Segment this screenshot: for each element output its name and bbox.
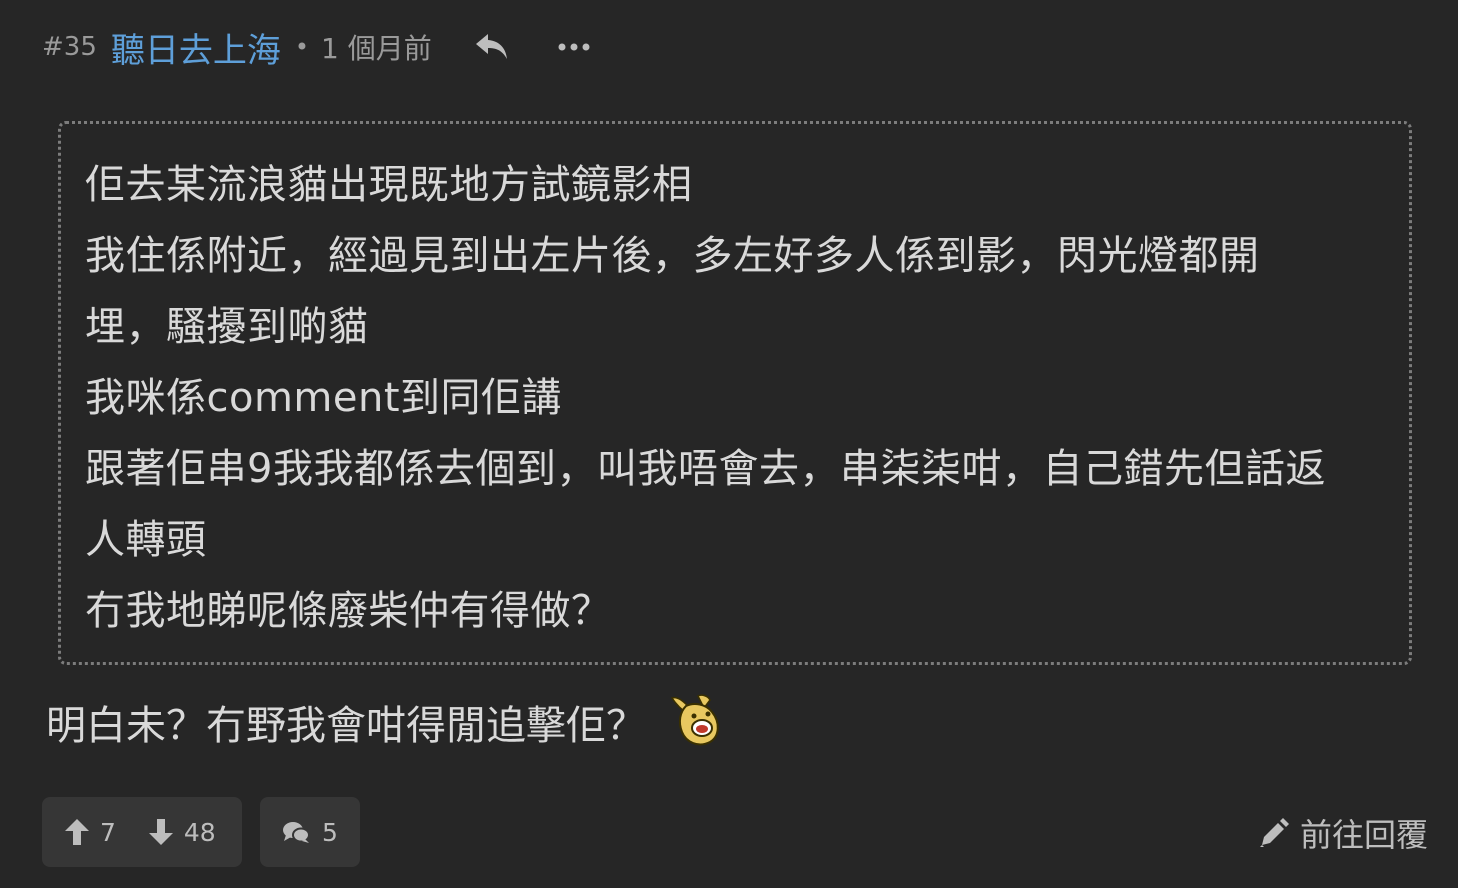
reply-arrow-icon[interactable] <box>472 27 512 67</box>
vote-panel: 7 48 <box>42 797 242 867</box>
quote-line: 佢去某流浪貓出現既地方試鏡影相 <box>85 162 693 208</box>
downvote-button[interactable]: 48 <box>148 818 216 847</box>
goto-reply-label: 前往回覆 <box>1299 816 1428 854</box>
downvote-count: 48 <box>183 817 216 847</box>
comments-button[interactable]: 5 <box>260 797 360 867</box>
quote-line: 冇我地睇呢條廢柴仲有得做？ <box>85 588 612 634</box>
quote-line: 跟著佢串9我我都係去個到，叫我唔會去，串柒柒咁，自己錯先但話返 <box>85 446 1326 492</box>
quote-line: 人轉頭 <box>85 517 207 563</box>
post-body-text: 明白未？冇野我會咁得閒追擊佢？ <box>46 703 646 749</box>
quoted-post: 佢去某流浪貓出現既地方試鏡影相 我住係附近，經過見到出左片後，多左好多人係到影，… <box>58 121 1412 665</box>
post-card: #35 聽日去上海 • 1 個月前 佢去某流浪貓出現既地方試鏡影相 我住係附近，… <box>0 0 1458 888</box>
floor-number: #35 <box>42 32 97 62</box>
separator-dot: • <box>294 33 310 61</box>
post-header: #35 聽日去上海 • 1 個月前 <box>42 22 594 72</box>
more-dots-icon[interactable] <box>554 27 594 67</box>
quote-text: 佢去某流浪貓出現既地方試鏡影相 我住係附近，經過見到出左片後，多左好多人係到影，… <box>85 150 1395 647</box>
chat-bubbles-icon <box>283 822 311 843</box>
username-link[interactable]: 聽日去上海 <box>111 23 281 72</box>
comment-count: 5 <box>322 817 338 847</box>
goto-reply-link[interactable]: 前往回覆 <box>1258 808 1428 858</box>
quote-line: 埋，騷擾到啲貓 <box>85 304 369 350</box>
pen-arrow-icon <box>1259 818 1289 847</box>
quote-line: 我咪係comment到同佢講 <box>85 375 563 421</box>
upvote-button[interactable]: 7 <box>64 818 116 847</box>
banana-emoji-sticker <box>668 692 726 748</box>
arrow-up-icon <box>65 819 89 845</box>
arrow-down-icon <box>148 819 173 845</box>
upvote-count: 7 <box>100 817 116 847</box>
quote-line: 我住係附近，經過見到出左片後，多左好多人係到影，閃光燈都開 <box>85 233 1260 279</box>
post-body: 明白未？冇野我會咁得閒追擊佢？ <box>46 690 726 762</box>
post-time: 1 個月前 <box>321 32 432 65</box>
